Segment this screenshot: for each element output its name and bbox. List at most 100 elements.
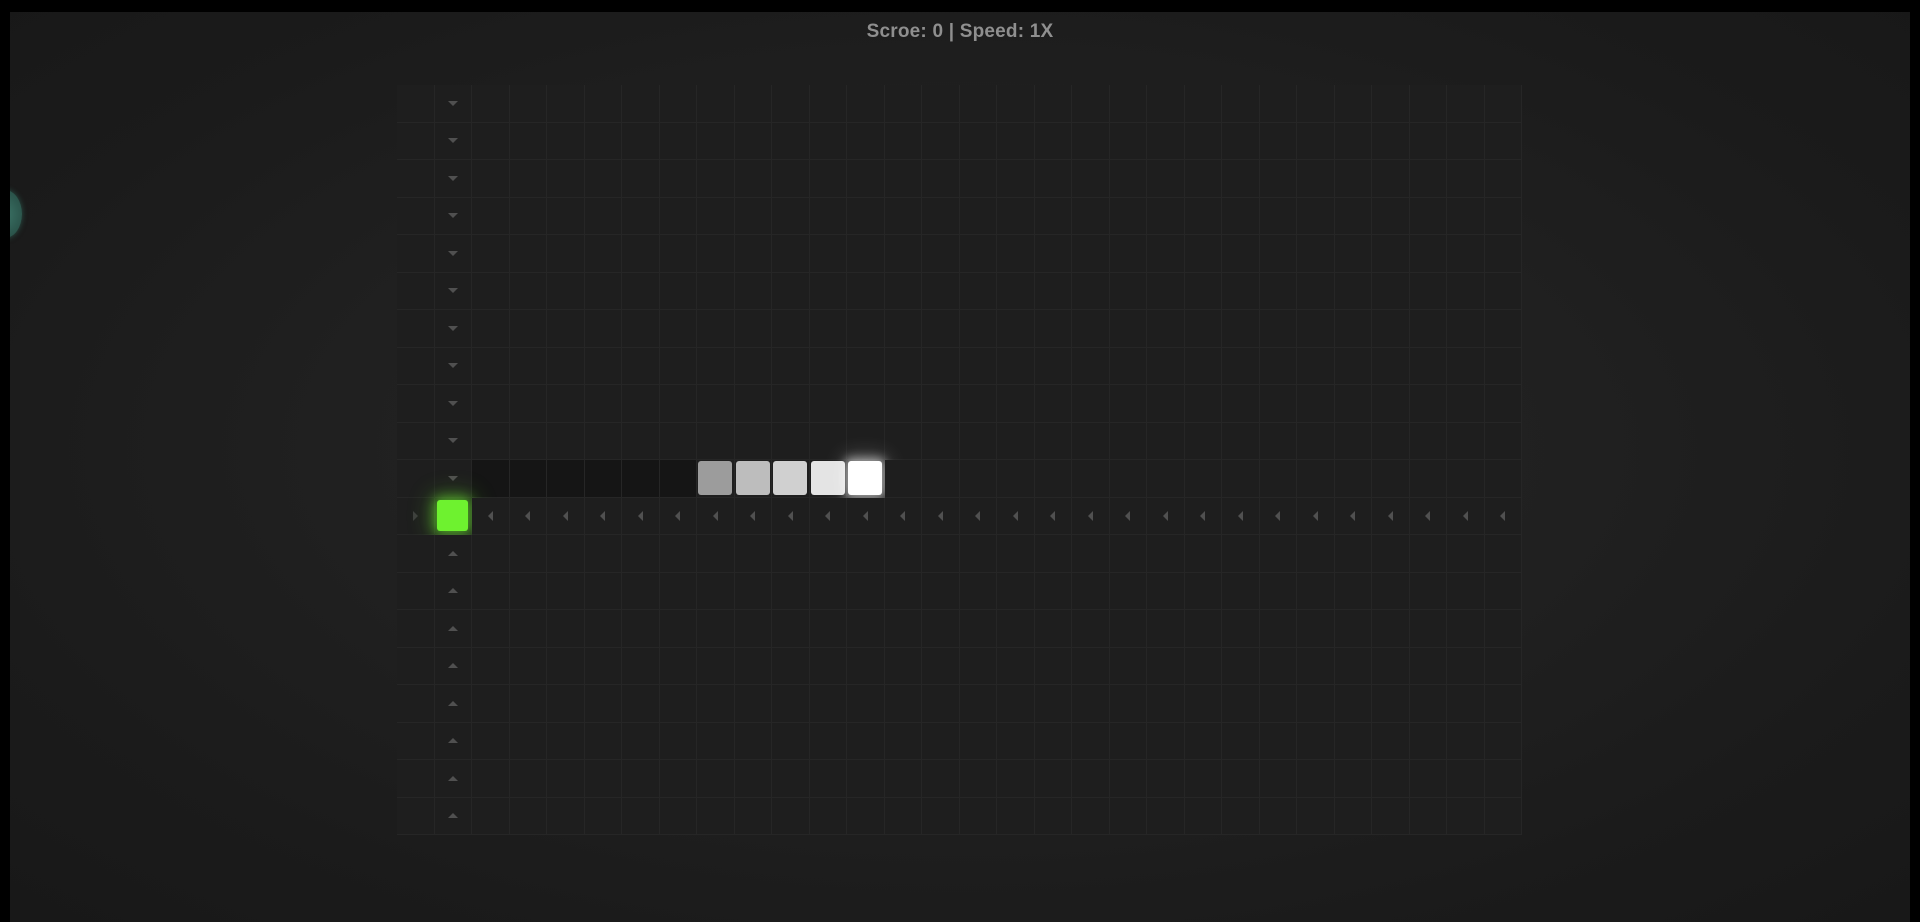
board-cell	[397, 760, 435, 798]
board-cell	[1184, 160, 1222, 198]
board-cell	[659, 85, 697, 123]
board-cell	[472, 647, 510, 685]
path-arrow-left-icon	[675, 510, 681, 521]
board-cell	[1109, 272, 1147, 310]
board-cell	[959, 685, 997, 723]
game-board[interactable]	[397, 85, 1522, 835]
board-cell	[772, 497, 810, 535]
board-cell	[659, 760, 697, 798]
board-cell	[1297, 460, 1335, 498]
board-cell	[997, 460, 1035, 498]
board-cell	[622, 460, 660, 498]
board-cell	[1297, 610, 1335, 648]
board-cell	[1484, 235, 1522, 273]
board-cell	[1184, 310, 1222, 348]
board-cell	[1184, 610, 1222, 648]
board-cell	[1409, 160, 1447, 198]
board-cell	[922, 310, 960, 348]
board-cell	[847, 310, 885, 348]
board-cell	[1447, 160, 1485, 198]
board-cell	[997, 497, 1035, 535]
board-cell	[772, 535, 810, 573]
board-cell	[1372, 572, 1410, 610]
board-cell	[1184, 685, 1222, 723]
board-cell	[697, 572, 735, 610]
board-cell	[922, 460, 960, 498]
board-cell	[884, 347, 922, 385]
board-cell	[509, 797, 547, 835]
board-cell	[1259, 272, 1297, 310]
board-cell	[622, 85, 660, 123]
board-cell	[734, 535, 772, 573]
board-cell	[697, 160, 735, 198]
board-cell	[659, 797, 697, 835]
board-cell	[997, 572, 1035, 610]
board-cell	[1372, 722, 1410, 760]
board-cell	[1297, 422, 1335, 460]
board-cell	[959, 272, 997, 310]
path-arrow-left-icon	[1237, 510, 1243, 521]
board-cell	[884, 497, 922, 535]
board-cell	[922, 685, 960, 723]
board-cell	[1109, 160, 1147, 198]
snake-segment	[735, 461, 770, 496]
board-cell	[847, 347, 885, 385]
board-cell	[997, 647, 1035, 685]
board-cell	[1222, 310, 1260, 348]
board-cell	[547, 272, 585, 310]
board-cell	[772, 722, 810, 760]
board-cell	[884, 760, 922, 798]
board-cell	[1222, 722, 1260, 760]
board-cell	[697, 385, 735, 423]
snake-segment	[810, 461, 845, 496]
side-panel-toggle[interactable]	[10, 190, 22, 238]
board-cell	[884, 235, 922, 273]
board-cell	[884, 85, 922, 123]
board-cell	[1034, 197, 1072, 235]
board-cell	[1334, 385, 1372, 423]
board-cell	[397, 347, 435, 385]
board-cell	[997, 122, 1035, 160]
board-cell	[1034, 310, 1072, 348]
board-cell	[1147, 460, 1185, 498]
board-cell	[1109, 385, 1147, 423]
board-cell	[1484, 347, 1522, 385]
board-cell	[1334, 760, 1372, 798]
board-cell	[659, 460, 697, 498]
board-cell	[1034, 722, 1072, 760]
board-cell	[509, 385, 547, 423]
board-cell	[847, 535, 885, 573]
board-cell	[1484, 722, 1522, 760]
board-cell	[547, 610, 585, 648]
score-label: Scroe	[866, 21, 921, 42]
board-cell	[1259, 422, 1297, 460]
board-cell	[1222, 497, 1260, 535]
board-cell	[697, 535, 735, 573]
path-arrow-down-icon	[447, 475, 458, 481]
board-cell	[884, 160, 922, 198]
board-cell	[922, 235, 960, 273]
path-arrow-up-icon	[447, 663, 458, 669]
board-cell	[809, 385, 847, 423]
board-cell	[659, 347, 697, 385]
board-cell	[1034, 760, 1072, 798]
board-cell	[1072, 347, 1110, 385]
board-cell	[1222, 160, 1260, 198]
board-cell	[1034, 797, 1072, 835]
board-cell	[734, 685, 772, 723]
board-cell	[1297, 347, 1335, 385]
board-cell	[1447, 797, 1485, 835]
board-cell	[397, 797, 435, 835]
board-cell	[997, 722, 1035, 760]
board-cell	[1034, 85, 1072, 123]
board-cell	[547, 385, 585, 423]
board-cell	[1334, 497, 1372, 535]
board-cell	[1072, 797, 1110, 835]
board-cell	[809, 310, 847, 348]
board-cell	[1034, 235, 1072, 273]
board-cell	[1484, 197, 1522, 235]
board-cell	[1297, 685, 1335, 723]
board-cell	[734, 272, 772, 310]
board-cell	[472, 160, 510, 198]
board-cell	[1222, 347, 1260, 385]
